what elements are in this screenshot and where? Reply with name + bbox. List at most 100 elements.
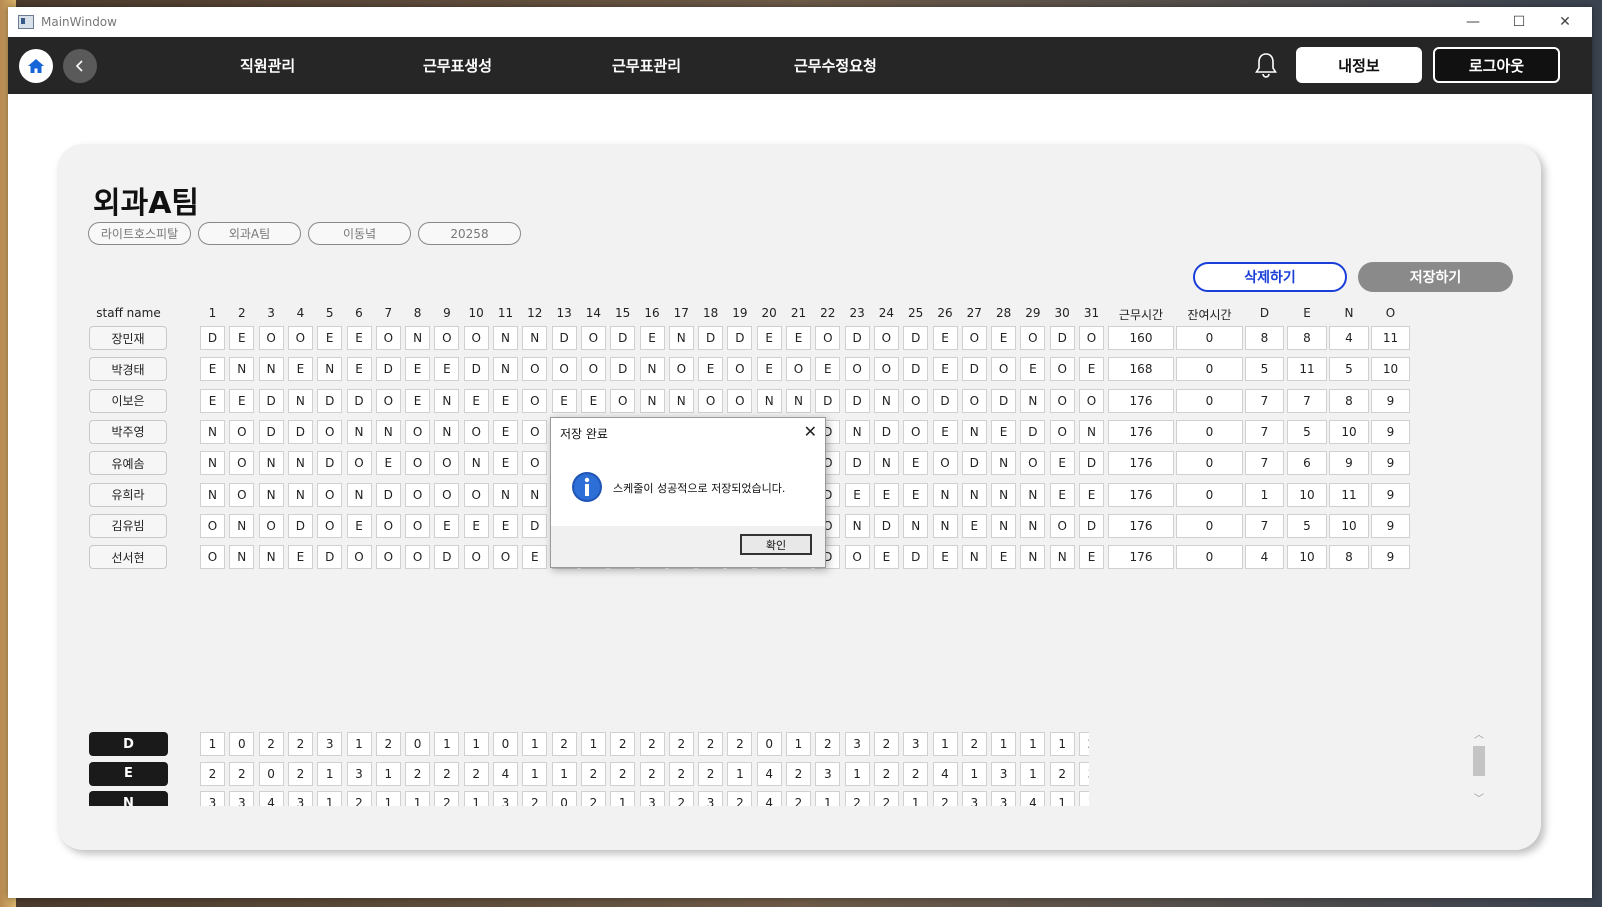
shift-cell[interactable]: N — [844, 513, 870, 538]
shift-cell[interactable]: O — [375, 326, 401, 350]
shift-cell[interactable]: E — [493, 388, 518, 413]
shift-cell[interactable]: O — [405, 513, 431, 538]
shift-cell[interactable]: O — [522, 388, 548, 413]
shift-cell[interactable]: D — [961, 451, 987, 476]
shift-cell[interactable]: O — [1020, 326, 1046, 350]
shift-cell[interactable]: E — [346, 326, 372, 350]
shift-cell[interactable]: O — [375, 513, 401, 538]
shift-cell[interactable]: O — [434, 326, 460, 350]
shift-cell[interactable]: D — [1079, 513, 1104, 538]
shift-cell[interactable]: O — [1020, 451, 1046, 476]
shift-cell[interactable]: N — [434, 388, 460, 413]
shift-cell[interactable]: O — [522, 357, 548, 382]
shift-cell[interactable]: N — [229, 357, 255, 382]
shift-cell[interactable]: O — [229, 482, 255, 507]
shift-cell[interactable]: N — [1020, 545, 1046, 570]
dialog-ok-button[interactable]: 확인 — [740, 534, 812, 555]
shift-cell[interactable]: E — [346, 357, 372, 382]
shift-cell[interactable]: E — [932, 326, 958, 350]
shift-cell[interactable]: N — [932, 513, 958, 538]
shift-cell[interactable]: O — [1079, 326, 1104, 350]
shift-cell[interactable]: N — [287, 451, 313, 476]
shift-cell[interactable]: O — [317, 513, 343, 538]
shift-cell[interactable]: N — [200, 419, 225, 444]
shift-cell[interactable]: O — [463, 326, 489, 350]
shift-cell[interactable]: D — [317, 451, 343, 476]
shift-cell[interactable]: D — [903, 326, 929, 350]
scroll-down-arrow[interactable]: ﹀ — [1471, 794, 1487, 806]
shift-cell[interactable]: E — [991, 545, 1017, 570]
shift-cell[interactable]: D — [317, 545, 343, 570]
shift-cell[interactable]: O — [200, 513, 225, 538]
shift-cell[interactable]: O — [961, 388, 987, 413]
shift-cell[interactable]: N — [258, 451, 284, 476]
shift-cell[interactable]: N — [317, 357, 343, 382]
shift-cell[interactable]: N — [639, 388, 665, 413]
shift-cell[interactable]: O — [258, 326, 284, 350]
maximize-button[interactable]: ☐ — [1496, 7, 1542, 37]
shift-cell[interactable]: D — [375, 482, 401, 507]
shift-cell[interactable]: O — [522, 419, 548, 444]
shift-cell[interactable]: E — [200, 388, 225, 413]
shift-cell[interactable]: D — [375, 357, 401, 382]
shift-cell[interactable]: E — [522, 545, 548, 570]
shift-cell[interactable]: D — [346, 388, 372, 413]
staff-name-cell[interactable]: 장민재 — [89, 326, 167, 350]
logout-button[interactable]: 로그아웃 — [1433, 47, 1560, 83]
shift-cell[interactable]: N — [932, 482, 958, 507]
shift-cell[interactable]: O — [434, 451, 460, 476]
shift-cell[interactable]: O — [317, 482, 343, 507]
shift-cell[interactable]: D — [932, 388, 958, 413]
shift-cell[interactable]: N — [287, 388, 313, 413]
shift-cell[interactable]: E — [200, 357, 225, 382]
shift-cell[interactable]: E — [346, 513, 372, 538]
shift-cell[interactable]: O — [258, 513, 284, 538]
shift-cell[interactable]: E — [493, 513, 518, 538]
shift-cell[interactable]: D — [873, 513, 899, 538]
shift-cell[interactable]: D — [873, 419, 899, 444]
shift-cell[interactable]: N — [229, 513, 255, 538]
shift-cell[interactable]: D — [434, 545, 460, 570]
shift-cell[interactable]: N — [991, 451, 1017, 476]
shift-cell[interactable]: E — [1049, 482, 1075, 507]
shift-cell[interactable]: O — [873, 326, 899, 350]
my-info-button[interactable]: 내정보 — [1296, 47, 1422, 83]
shift-cell[interactable]: D — [200, 326, 225, 350]
scroll-thumb[interactable] — [1473, 746, 1485, 776]
shift-cell[interactable]: E — [815, 357, 841, 382]
home-button[interactable] — [19, 49, 53, 83]
shift-cell[interactable]: O — [991, 357, 1017, 382]
close-window-button[interactable]: ✕ — [1542, 7, 1588, 37]
shift-cell[interactable]: N — [346, 482, 372, 507]
shift-cell[interactable]: E — [903, 482, 929, 507]
shift-cell[interactable]: N — [258, 357, 284, 382]
shift-cell[interactable]: O — [903, 419, 929, 444]
shift-cell[interactable]: O — [229, 419, 255, 444]
shift-cell[interactable]: N — [961, 545, 987, 570]
shift-cell[interactable]: E — [551, 388, 577, 413]
shift-cell[interactable]: E — [229, 388, 255, 413]
shift-cell[interactable]: O — [727, 388, 753, 413]
shift-cell[interactable]: E — [756, 326, 782, 350]
shift-cell[interactable]: O — [493, 545, 518, 570]
shift-cell[interactable]: O — [961, 326, 987, 350]
back-button[interactable] — [63, 49, 97, 83]
shift-cell[interactable]: E — [1079, 482, 1104, 507]
nav-schedule-manage[interactable]: 근무표관리 — [612, 37, 681, 94]
shift-cell[interactable]: N — [405, 326, 431, 350]
shift-cell[interactable]: E — [639, 326, 665, 350]
staff-name-cell[interactable]: 박경태 — [89, 357, 167, 382]
shift-cell[interactable]: O — [346, 545, 372, 570]
shift-cell[interactable]: O — [522, 451, 548, 476]
shift-cell[interactable]: E — [405, 357, 431, 382]
shift-cell[interactable]: O — [405, 482, 431, 507]
shift-cell[interactable]: D — [1020, 419, 1046, 444]
shift-cell[interactable]: D — [1049, 326, 1075, 350]
shift-cell[interactable]: N — [639, 357, 665, 382]
shift-cell[interactable]: O — [463, 545, 489, 570]
shift-cell[interactable]: E — [1020, 357, 1046, 382]
shift-cell[interactable]: E — [1079, 357, 1104, 382]
shift-cell[interactable]: O — [610, 388, 636, 413]
shift-cell[interactable]: E — [873, 545, 899, 570]
shift-cell[interactable]: O — [1049, 357, 1075, 382]
